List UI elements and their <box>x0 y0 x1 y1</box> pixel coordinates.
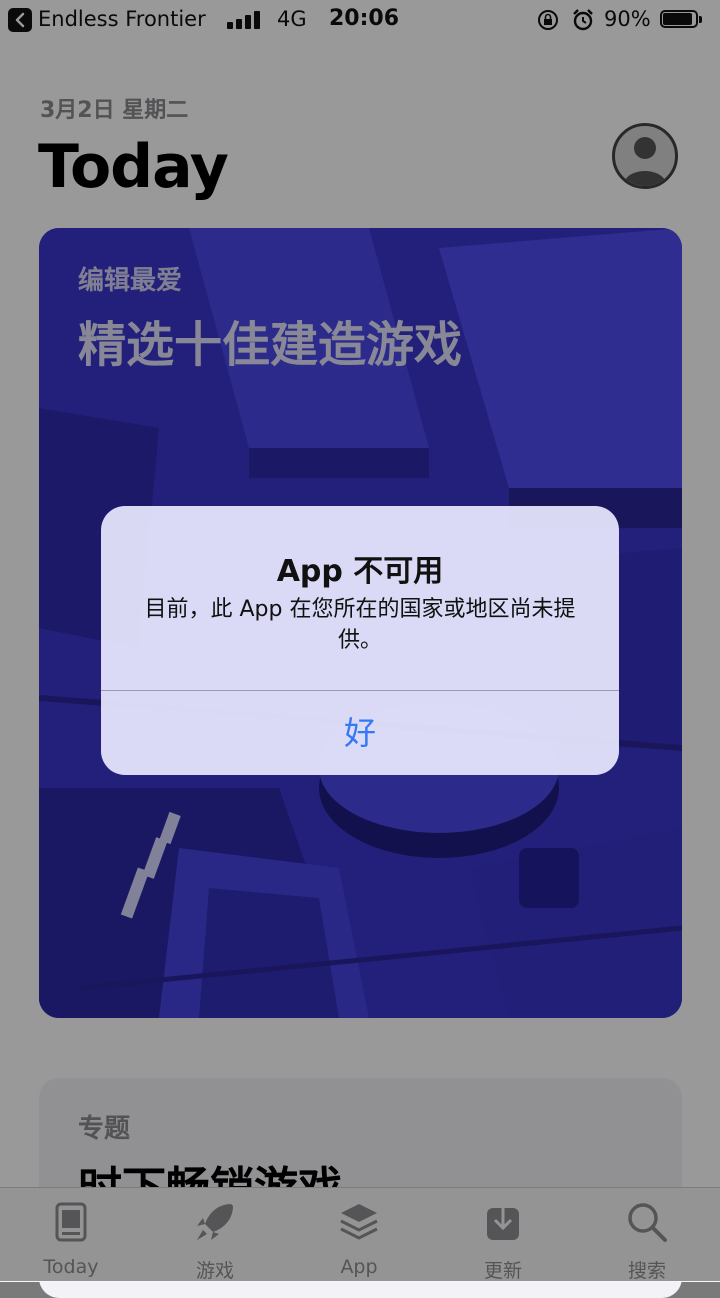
app-unavailable-alert: App 不可用 目前，此 App 在您所在的国家或地区尚未提供。 好 <box>101 506 619 775</box>
app-store-screen: Endless Frontier 4G 20:06 90% 3月2日 星期二 T… <box>0 0 720 1298</box>
ok-button[interactable]: 好 <box>101 691 619 775</box>
alert-message: 目前，此 App 在您所在的国家或地区尚未提供。 <box>144 597 576 653</box>
alert-title: App 不可用 <box>276 554 444 589</box>
